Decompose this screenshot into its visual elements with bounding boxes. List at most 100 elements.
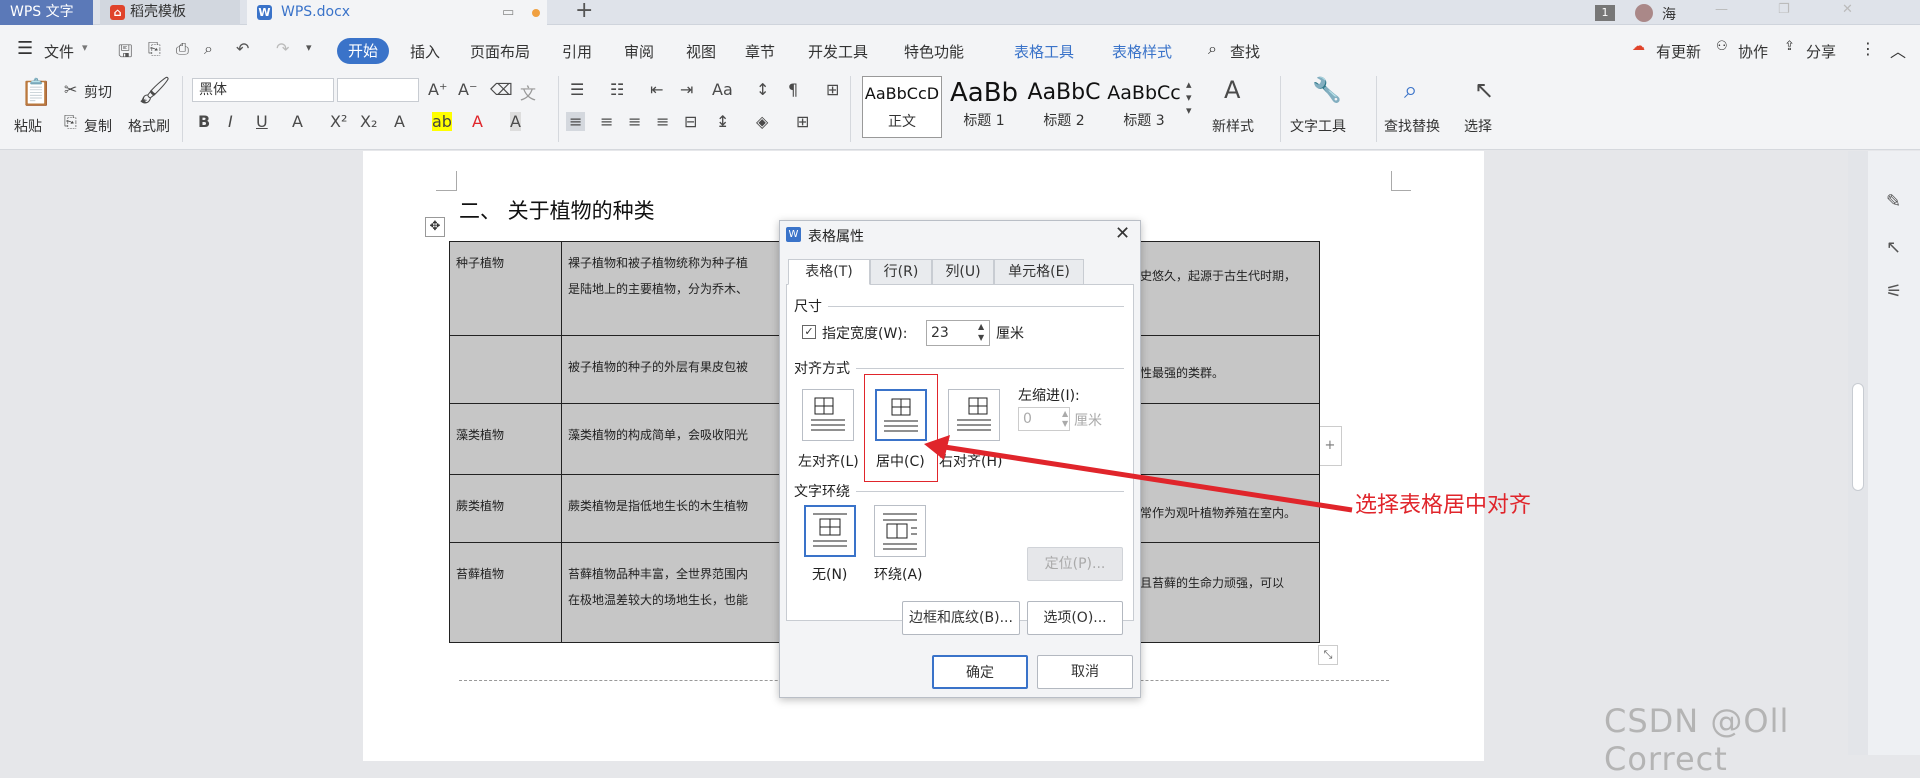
pen-icon[interactable]: ✎ <box>1886 191 1901 212</box>
style-heading-1[interactable]: AaBb 标题 1 <box>944 76 1024 138</box>
monitor-icon[interactable]: ▭ <box>502 0 514 25</box>
paste-icon[interactable]: 📋 <box>20 78 52 108</box>
border-icon[interactable]: ⊞ <box>796 112 809 131</box>
table-cell[interactable] <box>449 335 562 405</box>
export-icon[interactable]: ⎘ <box>148 39 161 59</box>
grow-font-icon[interactable]: A⁺ <box>428 80 447 99</box>
menu-table-tools[interactable]: 表格工具 <box>1014 41 1074 62</box>
char-shading-icon[interactable]: A <box>510 112 521 131</box>
phonetic-icon[interactable]: 文 <box>520 80 536 104</box>
font-size-select[interactable] <box>337 78 419 102</box>
menu-table-style[interactable]: 表格样式 <box>1112 41 1172 62</box>
collapse-ribbon-icon[interactable]: ︿ <box>1890 38 1906 62</box>
align-center-icon[interactable]: ≡ <box>600 112 613 131</box>
align-right-icon[interactable]: ≡ <box>628 112 641 131</box>
find-replace-button[interactable]: 查找替换 <box>1384 116 1440 136</box>
scroll-thumb[interactable] <box>1852 383 1864 491</box>
table-cell[interactable]: 藻类植物 <box>449 403 562 475</box>
subscript-icon[interactable]: X₂ <box>360 112 377 131</box>
options-button[interactable]: 选项(O)... <box>1027 601 1123 635</box>
menu-insert[interactable]: 插入 <box>410 41 440 62</box>
align-left-option[interactable] <box>802 389 854 441</box>
justify-icon[interactable]: ≡ <box>656 112 669 131</box>
tab-wps-writer[interactable]: WPS 文字 <box>0 0 93 25</box>
change-case-icon[interactable]: Aa <box>712 80 733 99</box>
menu-file[interactable]: 文件 <box>44 41 74 62</box>
style-heading-3[interactable]: AaBbCc 标题 3 <box>1104 76 1184 138</box>
cut-button[interactable]: 剪切 <box>84 82 112 102</box>
strikethrough-icon[interactable]: A <box>292 112 303 131</box>
bold-icon[interactable]: B <box>198 112 210 131</box>
increase-indent-icon[interactable]: ⇥ <box>680 80 693 99</box>
redo-icon[interactable]: ↷ <box>276 39 289 58</box>
avatar[interactable] <box>1635 4 1653 22</box>
menu-references[interactable]: 引用 <box>562 41 592 62</box>
italic-icon[interactable]: I <box>228 112 233 131</box>
cursor-icon[interactable]: ↖ <box>1886 237 1901 258</box>
menu-chapter[interactable]: 章节 <box>745 41 775 62</box>
print-preview-icon[interactable]: ⌕ <box>204 39 213 59</box>
table-resize-handle-icon[interactable]: ⤡ <box>1318 645 1338 665</box>
menu-start[interactable]: 开始 <box>337 38 389 64</box>
tab-template[interactable]: ⌂ 稻壳模板 <box>100 0 240 25</box>
paste-button[interactable]: 粘贴 <box>14 116 42 136</box>
wrap-around-option[interactable] <box>874 505 926 557</box>
font-family-select[interactable]: 黑体 <box>192 78 334 102</box>
select-button[interactable]: 选择 <box>1464 116 1492 136</box>
bullets-icon[interactable]: ☰ <box>570 80 584 99</box>
tab-cell[interactable]: 单元格(E) <box>994 259 1084 285</box>
quick-access-dropdown-icon[interactable]: ▾ <box>306 41 312 54</box>
superscript-icon[interactable]: X² <box>330 112 347 131</box>
tab-row[interactable]: 行(R) <box>870 259 932 285</box>
close-window-icon[interactable]: ✕ <box>1842 2 1853 17</box>
indent-unit-select[interactable]: 厘米 <box>1074 410 1102 430</box>
show-marks-icon[interactable]: ¶ <box>788 80 798 99</box>
print-icon[interactable]: ⎙ <box>176 39 189 59</box>
sort-icon[interactable]: ↕ <box>756 80 769 99</box>
style-heading-2[interactable]: AaBbC 标题 2 <box>1024 76 1104 138</box>
clear-format-icon[interactable]: ⌫ <box>490 80 513 99</box>
ok-button[interactable]: 确定 <box>932 655 1028 689</box>
share-button[interactable]: 分享 <box>1806 41 1836 62</box>
minimize-icon[interactable]: — <box>1715 2 1728 17</box>
width-unit-select[interactable]: 厘米 <box>996 323 1024 343</box>
copy-button[interactable]: 复制 <box>84 116 112 136</box>
close-icon[interactable]: ✕ <box>1115 223 1130 244</box>
new-tab-button[interactable]: + <box>575 0 593 23</box>
tab-table[interactable]: 表格(T) <box>788 259 870 285</box>
shrink-font-icon[interactable]: A⁻ <box>458 80 477 99</box>
text-tools-button[interactable]: 文字工具 <box>1290 116 1346 136</box>
vertical-scrollbar[interactable] <box>1848 151 1868 755</box>
menu-search[interactable]: 查找 <box>1230 41 1260 62</box>
font-color-icon[interactable]: A <box>472 112 483 131</box>
indent-spinner-icon[interactable]: ▲ ▼ <box>1062 409 1068 429</box>
tab-column[interactable]: 列(U) <box>932 259 994 285</box>
menu-developer[interactable]: 开发工具 <box>808 41 868 62</box>
table-cell[interactable]: 蕨类植物 <box>449 473 562 543</box>
cancel-button[interactable]: 取消 <box>1037 655 1133 689</box>
hamburger-icon[interactable]: ☰ <box>17 38 33 59</box>
menu-features[interactable]: 特色功能 <box>904 41 964 62</box>
style-normal[interactable]: AaBbCcD 正文 <box>862 76 942 138</box>
text-effect-icon[interactable]: A <box>394 112 405 131</box>
specify-width-checkbox[interactable]: ✓ <box>802 325 816 339</box>
wrap-none-option[interactable] <box>804 505 856 557</box>
format-painter-button[interactable]: 格式刷 <box>128 116 170 136</box>
save-icon[interactable]: 🖫 <box>118 39 132 68</box>
tab-document[interactable]: W WPS.docx ▭ <box>247 0 547 25</box>
new-style-button[interactable]: 新样式 <box>1212 116 1254 136</box>
menu-view[interactable]: 视图 <box>686 41 716 62</box>
styles-scroll-icon[interactable]: ▴ ▾ ▾ <box>1186 78 1192 117</box>
settings-sliders-icon[interactable]: ⚟ <box>1886 281 1902 302</box>
menu-review[interactable]: 审阅 <box>624 41 654 62</box>
table-cell[interactable]: 种子植物 <box>449 240 562 337</box>
line-spacing-icon[interactable]: ↨ <box>716 112 729 131</box>
numbering-icon[interactable]: ☷ <box>610 80 624 99</box>
collab-button[interactable]: 协作 <box>1738 41 1768 62</box>
shading-icon[interactable]: ◈ <box>756 112 768 131</box>
highlight-icon[interactable]: ab <box>432 112 452 131</box>
distribute-icon[interactable]: ⊟ <box>684 112 697 131</box>
align-left-icon[interactable]: ≡ <box>566 112 586 131</box>
width-spinner-icon[interactable]: ▲ ▼ <box>978 321 984 343</box>
user-count-badge[interactable]: 1 <box>1595 5 1615 21</box>
